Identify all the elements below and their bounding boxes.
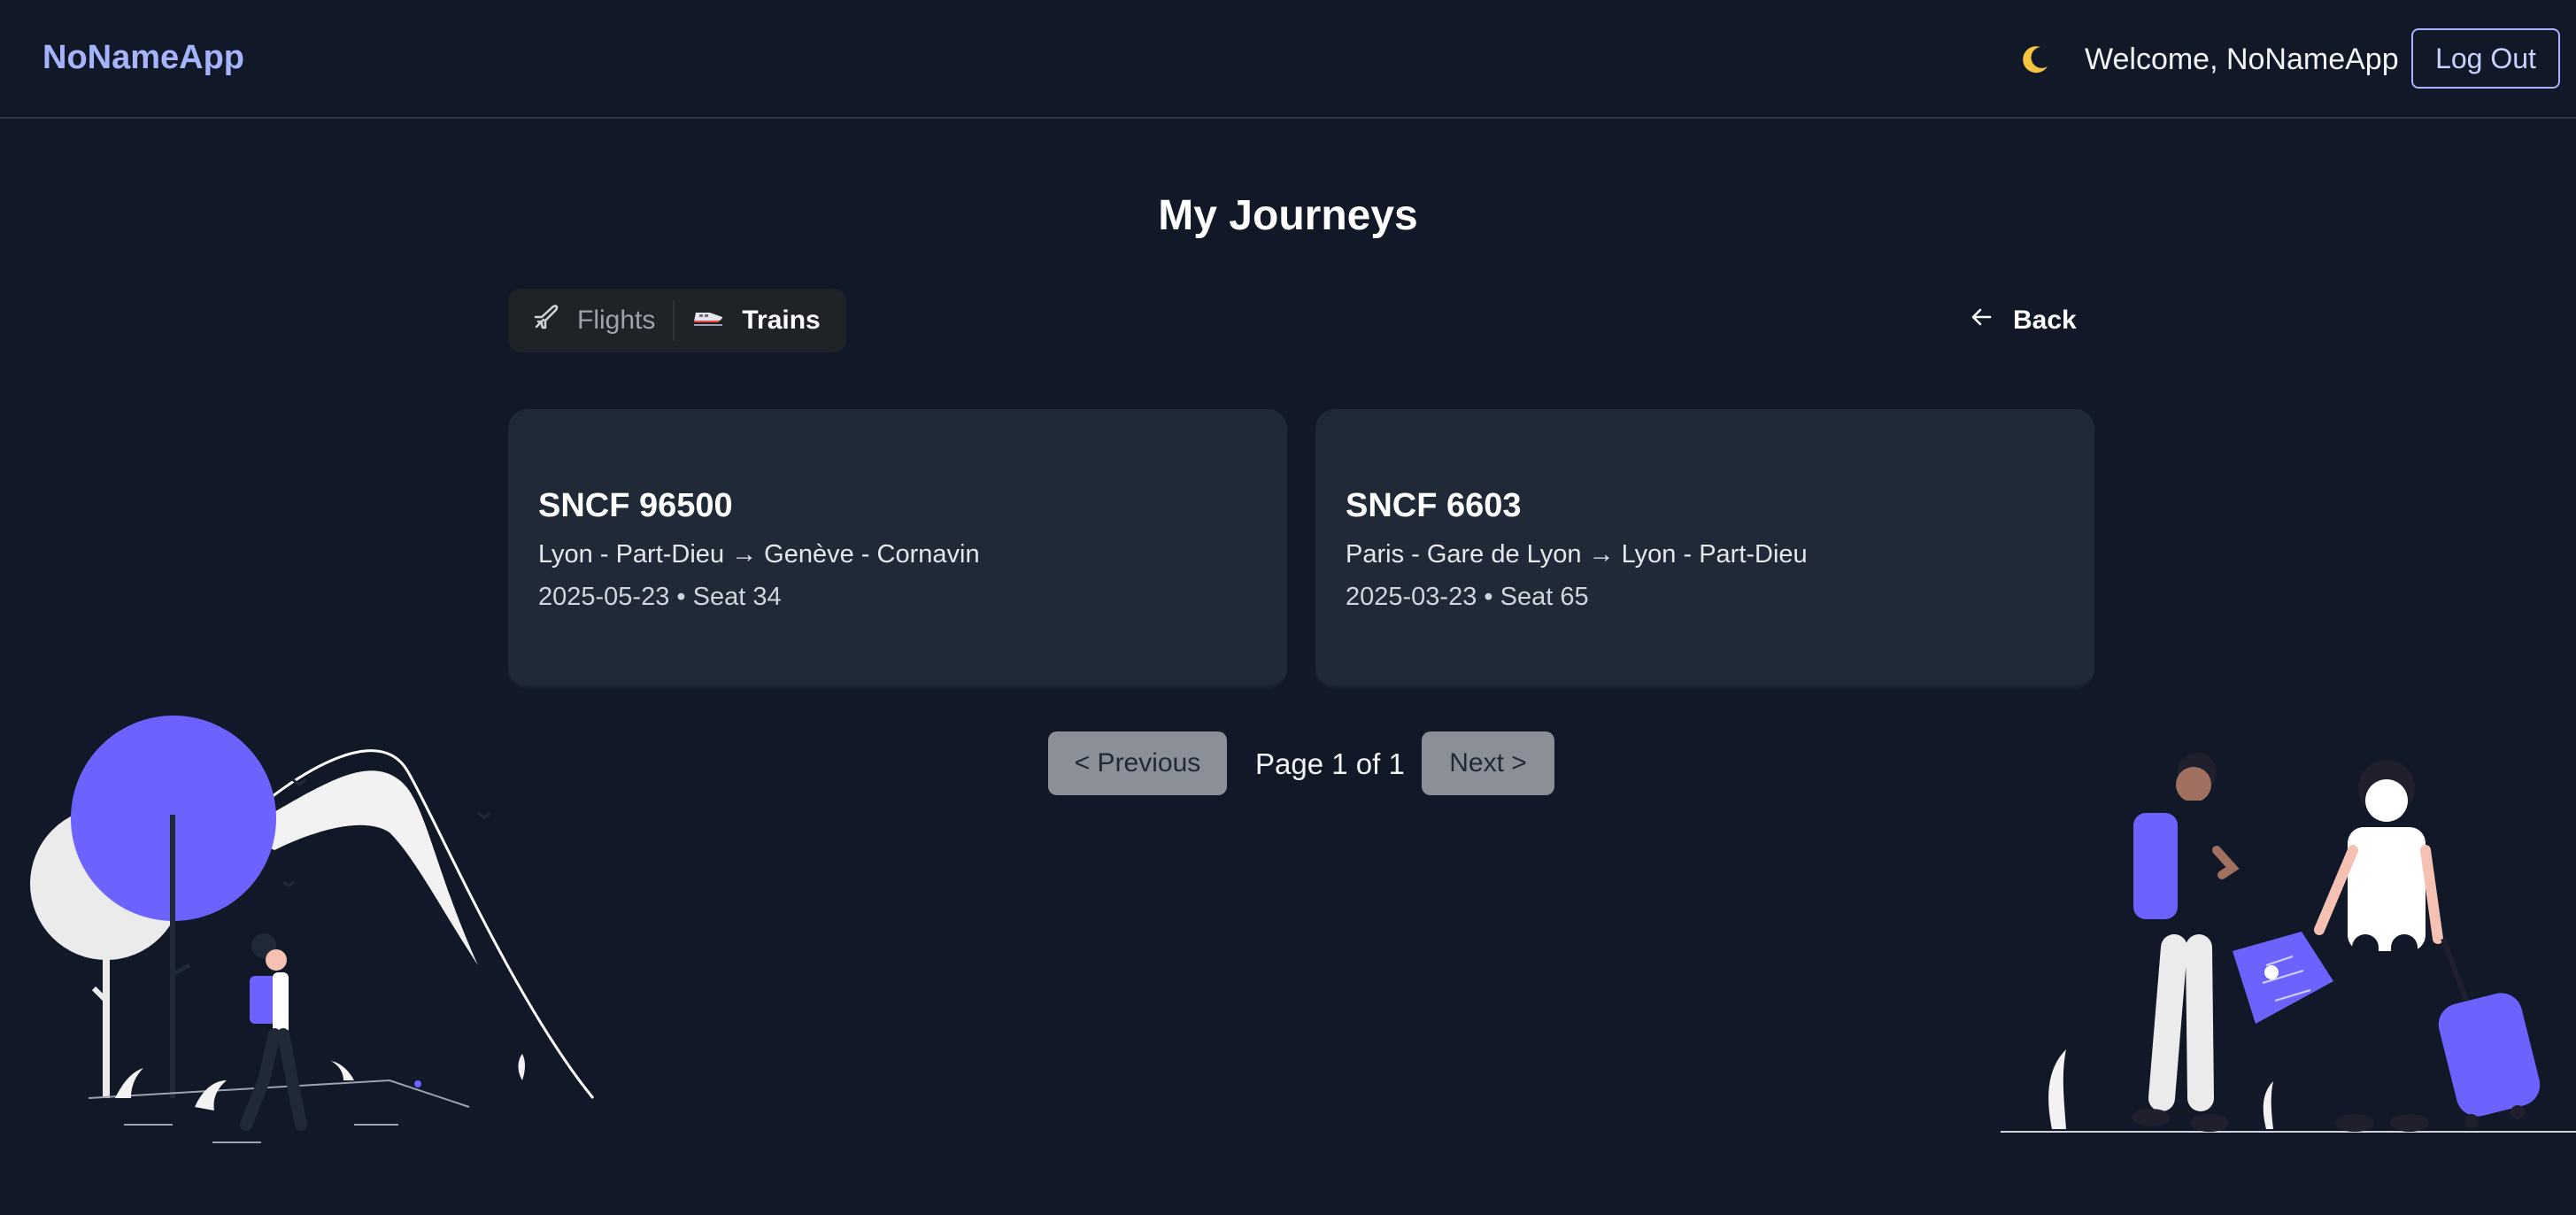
- journey-route: Paris - Gare de Lyon → Lyon - Part-Dieu: [1346, 540, 1808, 569]
- journey-route: Lyon - Part-Dieu → Genève - Cornavin: [538, 540, 980, 569]
- tab-trains-label: Trains: [742, 306, 821, 335]
- top-navbar: NoNameApp Welcome, NoNameApp Log Out: [0, 0, 2576, 119]
- journey-card[interactable]: SNCF 96500 Lyon - Part-Dieu → Genève - C…: [508, 409, 1287, 689]
- journey-type-tabs: Flights Trains: [508, 289, 846, 352]
- tab-trains[interactable]: Trains: [675, 296, 837, 345]
- journey-train-number: SNCF 96500: [538, 487, 733, 524]
- brand-logo[interactable]: NoNameApp: [42, 39, 244, 77]
- train-icon: [692, 306, 724, 336]
- journey-date-seat: 2025-05-23 • Seat 34: [538, 583, 782, 611]
- travelers-illustration: [2001, 726, 2576, 1134]
- page-indicator: Page 1 of 1: [1255, 747, 1405, 780]
- welcome-text: Welcome, NoNameApp: [2085, 43, 2399, 76]
- journey-card[interactable]: SNCF 6603 Paris - Gare de Lyon → Lyon - …: [1315, 409, 2094, 689]
- theme-toggle-moon-icon[interactable]: [2015, 39, 2055, 80]
- logout-button[interactable]: Log Out: [2411, 28, 2560, 89]
- tab-flights-label: Flights: [577, 306, 656, 335]
- journey-date-seat: 2025-03-23 • Seat 65: [1346, 583, 1589, 611]
- previous-page-button[interactable]: < Previous: [1048, 731, 1227, 795]
- arrow-left-icon: [1971, 306, 1994, 336]
- back-button[interactable]: Back: [1971, 301, 2077, 340]
- next-page-button[interactable]: Next >: [1422, 731, 1554, 795]
- hiker-illustration: [18, 708, 602, 1151]
- page-title: My Journeys: [1158, 192, 1418, 239]
- tab-flights[interactable]: Flights: [515, 296, 673, 345]
- plane-icon: [533, 304, 559, 337]
- back-label: Back: [2013, 306, 2077, 335]
- journey-train-number: SNCF 6603: [1346, 487, 1522, 524]
